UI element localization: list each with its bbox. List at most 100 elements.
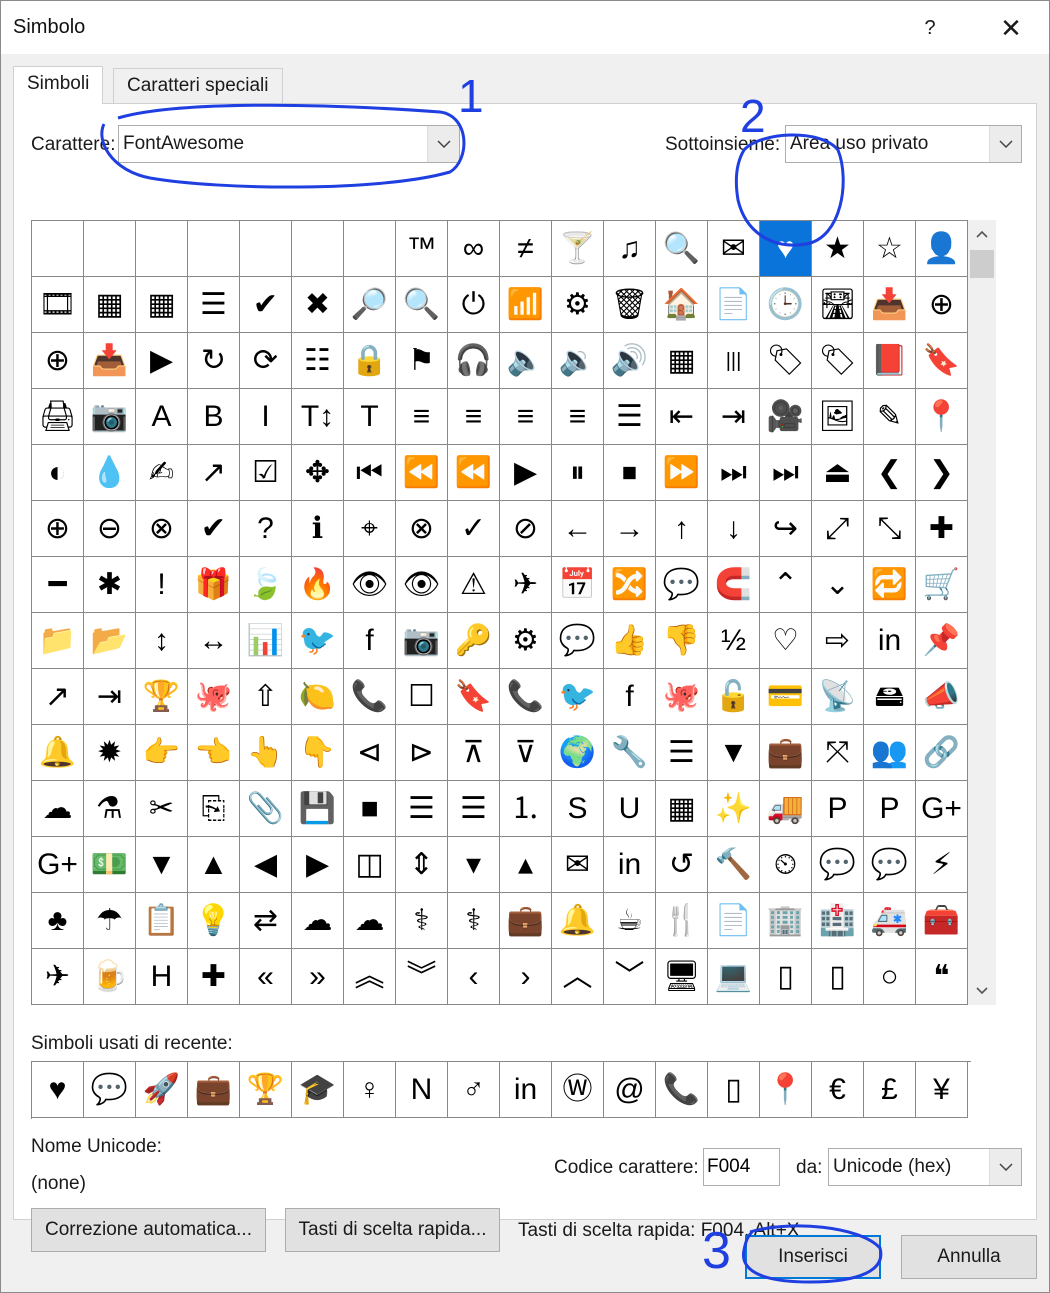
symbol-cell[interactable]: 🐙 (188, 669, 240, 725)
symbol-cell[interactable]: ♣ (32, 893, 84, 949)
symbol-cell[interactable]: ⌖ (344, 501, 396, 557)
symbol-cell[interactable]: 🔧 (604, 725, 656, 781)
symbol-cell[interactable]: 🍸 (552, 221, 604, 277)
recent-symbol-cell[interactable]: ▯ (708, 1062, 760, 1118)
recent-symbol-cell[interactable]: ♂ (448, 1062, 500, 1118)
symbol-cell[interactable]: 🔓 (708, 669, 760, 725)
symbol-cell[interactable]: ✍ (136, 445, 188, 501)
symbol-cell[interactable]: 👍 (604, 613, 656, 669)
symbol-cell[interactable]: ♡ (760, 613, 812, 669)
symbol-cell[interactable]: P (864, 781, 916, 837)
symbol-cell[interactable]: ▼ (136, 837, 188, 893)
symbol-cell[interactable]: 🧲 (708, 557, 760, 613)
symbol-cell[interactable]: ▯ (760, 949, 812, 1005)
symbol-cell[interactable]: ||| (708, 333, 760, 389)
symbol-cell[interactable]: 🔗 (916, 725, 968, 781)
recent-symbol-cell[interactable]: ♀ (344, 1062, 396, 1118)
symbol-cell[interactable]: ▼ (708, 725, 760, 781)
symbol-cell[interactable]: 🛒 (916, 557, 968, 613)
symbol-cell[interactable]: ⊘ (500, 501, 552, 557)
symbol-cell[interactable]: T↕ (292, 389, 344, 445)
tab-simboli[interactable]: Simboli (13, 66, 104, 104)
symbol-cell[interactable]: ≡ (552, 389, 604, 445)
symbol-cell[interactable]: 🏷 (812, 333, 864, 389)
symbol-cell[interactable]: ⇕ (396, 837, 448, 893)
symbol-cell[interactable]: 🖴 (864, 669, 916, 725)
symbol-cell[interactable]: ½ (708, 613, 760, 669)
symbol-cell[interactable] (136, 221, 188, 277)
symbol-cell[interactable]: ♥ (760, 221, 812, 277)
symbol-cell[interactable]: 🔀 (604, 557, 656, 613)
symbol-cell[interactable]: 💡 (188, 893, 240, 949)
symbol-cell[interactable]: ◐ (32, 445, 84, 501)
symbol-cell[interactable]: 🔉 (552, 333, 604, 389)
from-select[interactable]: Unicode (hex) (828, 1148, 1022, 1186)
symbol-cell[interactable]: ◀ (240, 837, 292, 893)
symbol-cell[interactable]: 🖥 (656, 949, 708, 1005)
symbol-cell[interactable]: ⚗ (84, 781, 136, 837)
symbol-cell[interactable]: ⊳ (396, 725, 448, 781)
symbol-cell[interactable]: ❝ (916, 949, 968, 1005)
symbol-cell[interactable]: 🐙 (656, 669, 708, 725)
symbol-cell[interactable]: ⏪ (396, 445, 448, 501)
symbol-cell[interactable]: 🔎 (344, 277, 396, 333)
symbol-cell[interactable]: ≡ (500, 389, 552, 445)
symbol-cell[interactable]: ⊖ (84, 501, 136, 557)
symbol-cell[interactable]: H (136, 949, 188, 1005)
symbol-cell[interactable]: ⇧ (240, 669, 292, 725)
symbol-cell[interactable]: P (812, 781, 864, 837)
symbol-cell[interactable]: 🔥 (292, 557, 344, 613)
symbol-cell[interactable]: 🔒 (344, 333, 396, 389)
recent-symbol-cell[interactable]: in (500, 1062, 552, 1118)
symbol-cell[interactable]: ↕ (136, 613, 188, 669)
char-code-input[interactable] (703, 1148, 780, 1186)
symbol-cell[interactable]: 🔊 (604, 333, 656, 389)
symbol-cell[interactable]: 👥 (864, 725, 916, 781)
symbol-cell[interactable]: 🏥 (812, 893, 864, 949)
symbol-cell[interactable]: ⊗ (396, 501, 448, 557)
symbol-cell[interactable]: 🏠 (656, 277, 708, 333)
symbol-cell[interactable]: ✨ (708, 781, 760, 837)
symbol-cell[interactable]: ≠ (500, 221, 552, 277)
symbol-cell[interactable]: T (344, 389, 396, 445)
symbol-cell[interactable]: 🕒 (760, 277, 812, 333)
symbol-cell[interactable]: ✚ (188, 949, 240, 1005)
symbol-cell[interactable]: « (240, 949, 292, 1005)
symbol-cell[interactable]: ‹ (448, 949, 500, 1005)
symbol-cell[interactable]: in (864, 613, 916, 669)
symbol-cell[interactable]: ⇄ (240, 893, 292, 949)
symbol-cell[interactable]: 🚑 (864, 893, 916, 949)
symbol-cell[interactable]: ? (240, 501, 292, 557)
symbol-cell[interactable]: ▶ (292, 837, 344, 893)
symbol-cell[interactable]: ▲ (188, 837, 240, 893)
symbol-cell[interactable]: ⏸ (552, 445, 604, 501)
symbol-cell[interactable]: 🖼 (812, 389, 864, 445)
symbol-cell[interactable]: ⇥ (84, 669, 136, 725)
symbol-cell[interactable]: ⤢ (812, 501, 864, 557)
symbol-cell[interactable]: ☁ (32, 781, 84, 837)
symbol-cell[interactable]: ⊕ (916, 277, 968, 333)
symbol-cell[interactable]: 🗑 (604, 277, 656, 333)
symbol-cell[interactable]: G+ (32, 837, 84, 893)
symbol-cell[interactable]: 🍋 (292, 669, 344, 725)
cancel-button[interactable]: Annulla (901, 1235, 1037, 1279)
symbol-cell[interactable]: 🏷 (760, 333, 812, 389)
symbol-cell[interactable]: ☂ (84, 893, 136, 949)
symbol-cell[interactable]: ≡ (448, 389, 500, 445)
symbol-cell[interactable]: 🍴 (656, 893, 708, 949)
symbol-cell[interactable]: › (500, 949, 552, 1005)
symbol-cell[interactable]: 👆 (240, 725, 292, 781)
symbol-cell[interactable]: ↗ (188, 445, 240, 501)
symbol-cell[interactable]: ﹀ (604, 949, 656, 1005)
symbol-cell[interactable]: ✚ (916, 501, 968, 557)
symbol-cell[interactable]: ⚕ (396, 893, 448, 949)
symbol-cell[interactable]: 🔍 (396, 277, 448, 333)
symbol-cell[interactable]: 📂 (84, 613, 136, 669)
symbol-cell[interactable]: 💬 (552, 613, 604, 669)
symbol-cell[interactable]: ™ (396, 221, 448, 277)
symbol-cell[interactable]: ≡ (396, 389, 448, 445)
shortcut-keys-button[interactable]: Tasti di scelta rapida... (285, 1208, 500, 1252)
symbol-cell[interactable]: ▦ (656, 781, 708, 837)
symbol-cell[interactable]: ↔ (188, 613, 240, 669)
symbol-cell[interactable]: ↻ (188, 333, 240, 389)
